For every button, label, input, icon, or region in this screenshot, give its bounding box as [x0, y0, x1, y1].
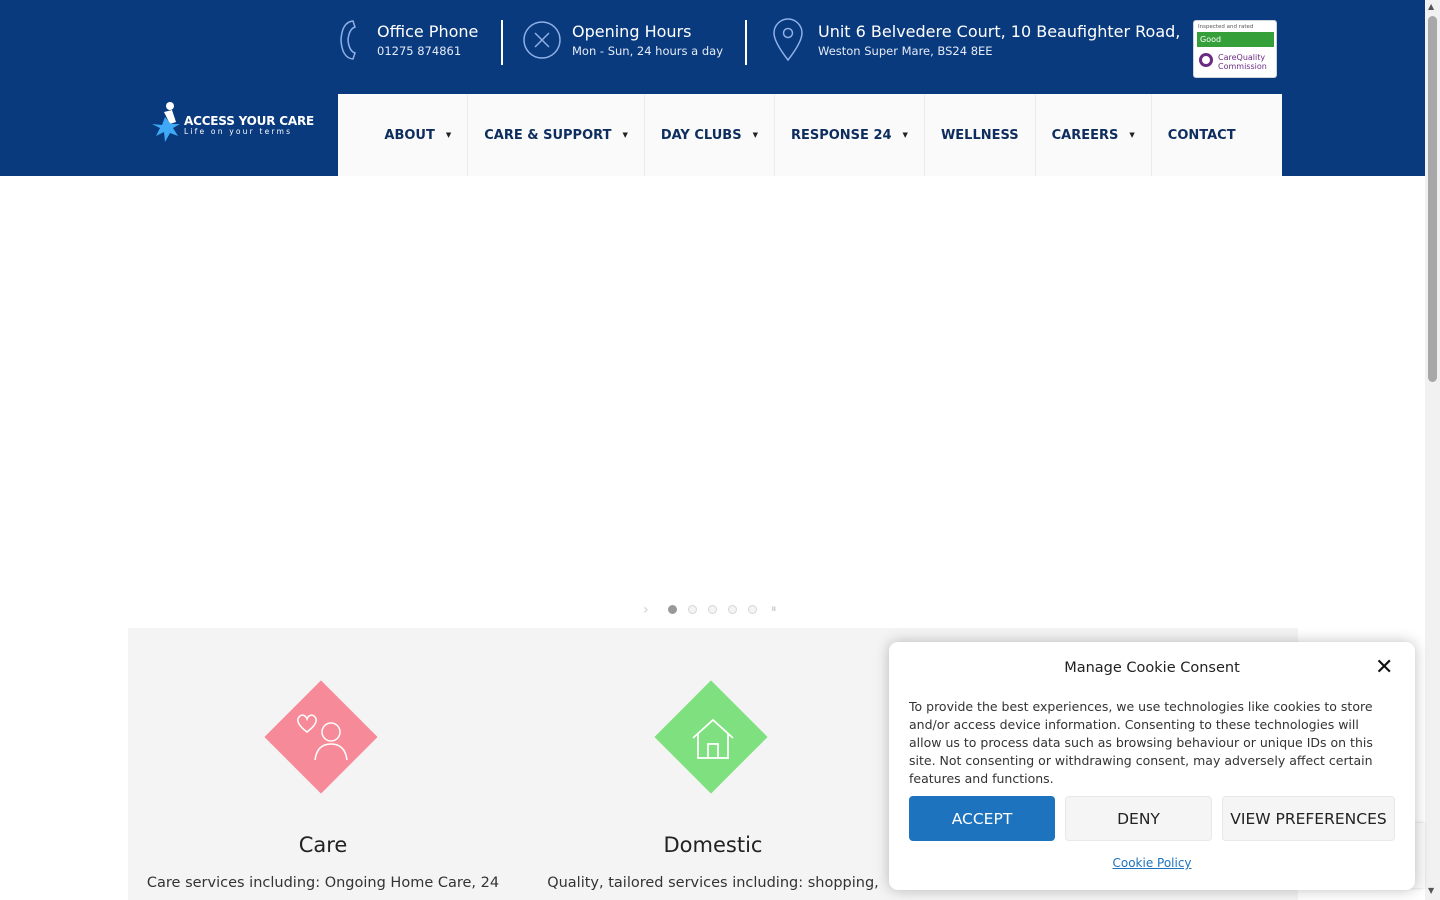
- cqc-rating: Good: [1197, 32, 1274, 47]
- service-care-title: Care: [298, 833, 348, 857]
- logo-figure-icon: [152, 102, 180, 142]
- cqc-name: CareQuality Commission: [1218, 53, 1267, 71]
- cookie-dialog-text: To provide the best experiences, we use …: [909, 699, 1373, 786]
- close-icon[interactable]: ✕: [1375, 655, 1393, 680]
- slider-prev-arrow-icon[interactable]: ›: [643, 602, 649, 618]
- nav-contact-label: CONTACT: [1167, 127, 1236, 143]
- service-domestic-title: Domestic: [663, 833, 763, 857]
- nav-careers-label: CAREERS: [1051, 127, 1119, 143]
- office-phone-title: Office Phone: [377, 22, 479, 41]
- map-pin-icon: [773, 18, 803, 62]
- service-care[interactable]: Care Care services including: Ongoing Ho…: [128, 628, 518, 900]
- nav-wellness[interactable]: WELLNESS: [925, 94, 1036, 176]
- header-bar: Office Phone 01275 874861 Opening Hours …: [0, 0, 1425, 176]
- header-divider: [745, 20, 747, 65]
- office-phone-info: Office Phone 01275 874861: [338, 18, 488, 66]
- nav-response-24[interactable]: RESPONSE 24 ▼: [775, 94, 925, 176]
- site-logo[interactable]: ACCESS YOUR CARE Life on your terms: [146, 100, 314, 144]
- phone-icon: [340, 20, 356, 60]
- service-care-desc: Care services including: Ongoing Home Ca…: [146, 875, 500, 891]
- nav-day-clubs[interactable]: DAY CLUBS ▼: [645, 94, 775, 176]
- address-info: Unit 6 Belvedere Court, 10 Beaufighter R…: [772, 18, 1182, 66]
- nav-wellness-label: WELLNESS: [940, 127, 1019, 143]
- cookie-policy-link[interactable]: Cookie Policy: [889, 856, 1415, 870]
- nav-careers[interactable]: CAREERS ▼: [1036, 94, 1152, 176]
- slider-dot[interactable]: [688, 605, 697, 614]
- nav-response-24-label: RESPONSE 24: [790, 127, 892, 143]
- scroll-up-icon[interactable]: ▲: [1428, 2, 1434, 11]
- care-person-heart-icon: [297, 714, 348, 761]
- nav-contact[interactable]: CONTACT: [1152, 94, 1252, 176]
- cqc-name-line2: Commission: [1218, 62, 1267, 71]
- opening-hours-value: Mon - Sun, 24 hours a day: [572, 44, 724, 58]
- address-line1: Unit 6 Belvedere Court, 10 Beaufighter R…: [818, 22, 1181, 41]
- slider-dot[interactable]: [708, 605, 717, 614]
- view-preferences-button[interactable]: VIEW PREFERENCES: [1222, 796, 1395, 841]
- office-phone-number[interactable]: 01275 874861: [377, 44, 461, 58]
- chevron-down-icon: ▼: [902, 131, 908, 139]
- service-domestic[interactable]: Domestic Quality, tailored services incl…: [518, 628, 908, 900]
- logo-tagline: Life on your terms: [184, 127, 293, 136]
- slider-dot[interactable]: [728, 605, 737, 614]
- chevron-down-icon: ▼: [752, 131, 758, 139]
- nav-day-clubs-label: DAY CLUBS: [660, 127, 742, 143]
- cookie-consent-dialog: Manage Cookie Consent ✕ To provide the b…: [889, 642, 1415, 890]
- chevron-down-icon: ▼: [1129, 131, 1135, 139]
- opening-hours-info: Opening Hours Mon - Sun, 24 hours a day: [522, 18, 737, 66]
- nav-about[interactable]: ABOUT ▼: [368, 94, 469, 176]
- accept-button[interactable]: ACCEPT: [909, 796, 1055, 841]
- slider-pagination: › ⏸: [640, 601, 790, 619]
- slider-dot[interactable]: [668, 605, 677, 614]
- opening-hours-title: Opening Hours: [572, 22, 692, 41]
- cookie-dialog-title: Manage Cookie Consent: [1064, 660, 1240, 676]
- chevron-down-icon: ▼: [622, 131, 628, 139]
- scroll-down-icon[interactable]: ▼: [1428, 886, 1434, 895]
- slider-dot[interactable]: [748, 605, 757, 614]
- clock-icon: [523, 21, 561, 59]
- page-scrollbar[interactable]: ▲ ▼: [1425, 0, 1440, 900]
- cqc-logo-icon: [1199, 53, 1213, 67]
- cqc-rating-badge[interactable]: Inspected and rated Good CareQuality Comm…: [1193, 20, 1277, 78]
- nav-care-support[interactable]: CARE & SUPPORT ▼: [468, 94, 645, 176]
- main-nav: ABOUT ▼ CARE & SUPPORT ▼ DAY CLUBS ▼ RESPON…: [338, 94, 1282, 176]
- logo-name: ACCESS YOUR CARE: [184, 114, 314, 128]
- service-domestic-desc: Quality, tailored services including: sh…: [547, 875, 879, 891]
- nav-care-support-label: CARE & SUPPORT: [484, 127, 612, 143]
- cqc-inspected-label: Inspected and rated: [1198, 24, 1254, 30]
- header-divider: [501, 20, 503, 65]
- cqc-name-line1: CareQuality: [1218, 53, 1266, 62]
- nav-about-label: ABOUT: [384, 127, 435, 143]
- chevron-down-icon: ▼: [445, 131, 452, 139]
- scrollbar-thumb[interactable]: [1428, 16, 1437, 382]
- slider-pause-icon[interactable]: ⏸: [771, 602, 777, 616]
- address-line2: Weston Super Mare, BS24 8EE: [818, 44, 993, 58]
- house-icon: [692, 718, 734, 759]
- deny-button[interactable]: DENY: [1065, 796, 1212, 841]
